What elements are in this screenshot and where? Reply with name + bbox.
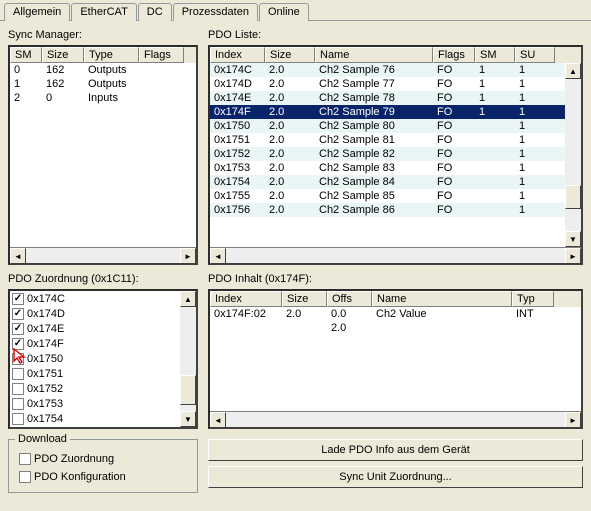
pdo-konfiguration-checkbox-label: PDO Konfiguration — [34, 471, 126, 483]
checkbox-label: 0x1752 — [27, 383, 63, 395]
column-header[interactable]: Offs — [327, 291, 372, 307]
table-row[interactable]: 0x174F2.0Ch2 Sample 79FO11 — [210, 105, 581, 119]
checkbox-label: 0x1754 — [27, 413, 63, 425]
sync-manager-list[interactable]: SMSizeTypeFlags 0162Outputs1162Outputs20… — [8, 45, 198, 265]
column-header[interactable]: SM — [10, 47, 42, 63]
list-item[interactable]: ✓0x174D — [10, 306, 180, 321]
column-header[interactable]: Size — [282, 291, 327, 307]
table-row[interactable]: 0x174C2.0Ch2 Sample 76FO11 — [210, 63, 581, 77]
pdo-zuordnung-list[interactable]: ✓0x174C✓0x174D✓0x174E✓0x174F0x17500x1751… — [8, 289, 198, 429]
checkbox[interactable]: ✓ — [12, 338, 24, 350]
checkbox-label: 0x174C — [27, 293, 65, 305]
tab-prozessdaten[interactable]: Prozessdaten — [173, 3, 258, 21]
column-header[interactable]: Index — [210, 47, 265, 63]
table-row[interactable]: 0x17512.0Ch2 Sample 81FO1 — [210, 133, 581, 147]
checkbox-label: 0x174E — [27, 323, 64, 335]
table-row[interactable]: 0162Outputs — [10, 63, 196, 77]
checkbox[interactable]: ✓ — [12, 308, 24, 320]
checkbox[interactable] — [12, 398, 24, 410]
scroll-up-icon[interactable]: ▲ — [565, 63, 581, 79]
scrollbar-horizontal[interactable]: ◄ ► — [210, 411, 581, 427]
checkbox-label: 0x1753 — [27, 398, 63, 410]
tab-online[interactable]: Online — [259, 3, 309, 21]
column-header[interactable]: Flags — [139, 47, 184, 63]
table-row[interactable]: 0x174D2.0Ch2 Sample 77FO11 — [210, 77, 581, 91]
table-row[interactable]: 20Inputs — [10, 91, 196, 105]
pdo-zuordnung-checkbox-label: PDO Zuordnung — [34, 453, 114, 465]
scroll-right-icon[interactable]: ► — [180, 248, 196, 264]
column-header[interactable]: Flags — [433, 47, 475, 63]
table-row[interactable]: 0x17532.0Ch2 Sample 83FO1 — [210, 161, 581, 175]
scroll-down-icon[interactable]: ▼ — [565, 231, 581, 247]
pdo-liste-label: PDO Liste: — [208, 29, 583, 41]
checkbox-label: 0x1751 — [27, 368, 63, 380]
scrollbar-vertical[interactable]: ▲ ▼ — [180, 291, 196, 427]
checkbox[interactable] — [12, 353, 24, 365]
checkbox[interactable]: ✓ — [12, 293, 24, 305]
table-row[interactable]: 1162Outputs — [10, 77, 196, 91]
tab-allgemein[interactable]: Allgemein — [4, 3, 70, 21]
scroll-left-icon[interactable]: ◄ — [210, 412, 226, 428]
column-header[interactable]: Size — [265, 47, 315, 63]
scroll-up-icon[interactable]: ▲ — [180, 291, 196, 307]
scroll-down-icon[interactable]: ▼ — [180, 411, 196, 427]
list-item[interactable]: ✓0x174E — [10, 321, 180, 336]
scroll-left-icon[interactable]: ◄ — [210, 248, 226, 264]
list-item[interactable]: 0x1752 — [10, 381, 180, 396]
scroll-right-icon[interactable]: ► — [565, 248, 581, 264]
table-row[interactable]: 0x174F:022.00.0Ch2 ValueINT — [210, 307, 581, 321]
list-item[interactable]: 0x1754 — [10, 411, 180, 426]
download-legend: Download — [15, 433, 70, 445]
pdo-liste-list[interactable]: IndexSizeNameFlagsSMSU 0x174C2.0Ch2 Samp… — [208, 45, 583, 265]
tab-bar: AllgemeinEtherCATDCProzessdatenOnline — [0, 0, 591, 21]
checkbox[interactable] — [12, 413, 24, 425]
checkbox[interactable] — [12, 383, 24, 395]
column-header[interactable]: Type — [84, 47, 139, 63]
pdo-zuordnung-checkbox[interactable] — [19, 453, 31, 465]
list-item[interactable]: 0x1753 — [10, 396, 180, 411]
download-group: Download PDO Zuordnung PDO Konfiguration — [8, 439, 198, 493]
sync-manager-label: Sync Manager: — [8, 29, 198, 41]
table-row[interactable]: 0x174E2.0Ch2 Sample 78FO11 — [210, 91, 581, 105]
column-header[interactable]: Size — [42, 47, 84, 63]
load-pdo-info-button[interactable]: Lade PDO Info aus dem Gerät — [208, 439, 583, 461]
scroll-left-icon[interactable]: ◄ — [10, 248, 26, 264]
scrollbar-vertical[interactable]: ▲ ▼ — [565, 63, 581, 247]
checkbox[interactable]: ✓ — [12, 323, 24, 335]
checkbox[interactable] — [12, 368, 24, 380]
checkbox-label: 0x174F — [27, 338, 64, 350]
list-item[interactable]: ✓0x174F — [10, 336, 180, 351]
table-row[interactable]: 0x17552.0Ch2 Sample 85FO1 — [210, 189, 581, 203]
list-item[interactable]: 0x1751 — [10, 366, 180, 381]
list-item[interactable]: 0x1750 — [10, 351, 180, 366]
column-header[interactable]: Name — [315, 47, 433, 63]
table-row[interactable]: 2.0 — [210, 321, 581, 335]
column-header[interactable]: Name — [372, 291, 512, 307]
tab-ethercat[interactable]: EtherCAT — [71, 3, 136, 21]
pdo-konfiguration-checkbox[interactable] — [19, 471, 31, 483]
column-header[interactable]: Typ — [512, 291, 554, 307]
checkbox-label: 0x174D — [27, 308, 65, 320]
checkbox-label: 0x1750 — [27, 353, 63, 365]
pdo-inhalt-label: PDO Inhalt (0x174F): — [208, 273, 583, 285]
scrollbar-horizontal[interactable]: ◄ ► — [10, 247, 196, 263]
table-row[interactable]: 0x17522.0Ch2 Sample 82FO1 — [210, 147, 581, 161]
table-row[interactable]: 0x17562.0Ch2 Sample 86FO1 — [210, 203, 581, 217]
column-header[interactable]: SM — [475, 47, 515, 63]
column-header[interactable]: SU — [515, 47, 555, 63]
sync-unit-zuordnung-button[interactable]: Sync Unit Zuordnung... — [208, 466, 583, 488]
table-row[interactable]: 0x17502.0Ch2 Sample 80FO1 — [210, 119, 581, 133]
tab-dc[interactable]: DC — [138, 3, 172, 21]
pdo-inhalt-list[interactable]: IndexSizeOffsNameTyp 0x174F:022.00.0Ch2 … — [208, 289, 583, 429]
scrollbar-horizontal[interactable]: ◄ ► — [210, 247, 581, 263]
table-row[interactable]: 0x17542.0Ch2 Sample 84FO1 — [210, 175, 581, 189]
list-item[interactable]: ✓0x174C — [10, 291, 180, 306]
column-header[interactable]: Index — [210, 291, 282, 307]
scroll-right-icon[interactable]: ► — [565, 412, 581, 428]
pdo-zuordnung-label: PDO Zuordnung (0x1C11): — [8, 273, 198, 285]
